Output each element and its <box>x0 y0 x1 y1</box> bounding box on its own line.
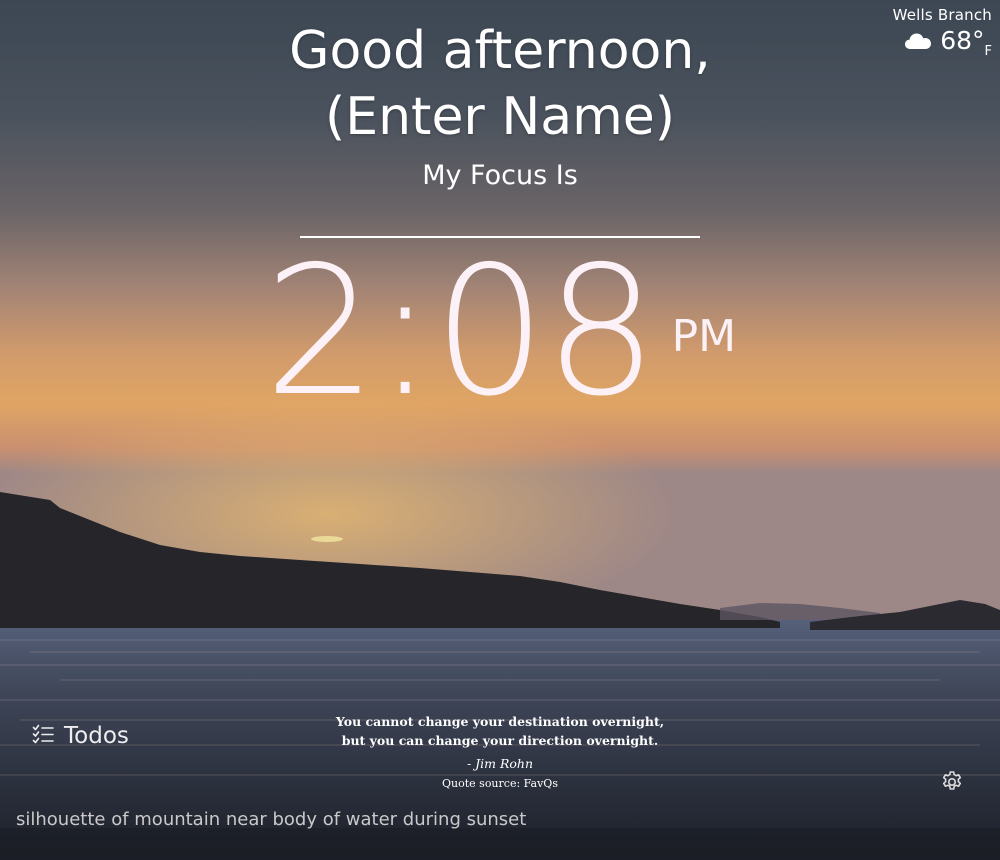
quote-text: You cannot change your destination overn… <box>335 714 665 748</box>
clock: 2:08 PM <box>0 232 1000 432</box>
todos-button[interactable]: Todos <box>32 723 129 749</box>
settings-button[interactable] <box>940 770 964 798</box>
clock-time: 2:08 <box>263 228 658 435</box>
photo-caption[interactable]: silhouette of mountain near body of wate… <box>16 809 526 830</box>
focus-label: My Focus Is <box>422 160 578 191</box>
quote: You cannot change your destination overn… <box>330 712 670 790</box>
greeting-line: Good afternoon, <box>289 21 711 81</box>
gear-icon <box>940 771 964 798</box>
todos-label: Todos <box>64 723 129 749</box>
greeting: Good afternoon, (Enter Name) <box>0 18 1000 150</box>
checklist-icon <box>32 724 54 748</box>
name-placeholder[interactable]: (Enter Name) <box>0 84 1000 150</box>
quote-source: Quote source: FavQs <box>442 777 558 790</box>
quote-author: - Jim Rohn <box>466 756 534 771</box>
clock-ampm: PM <box>671 311 737 362</box>
